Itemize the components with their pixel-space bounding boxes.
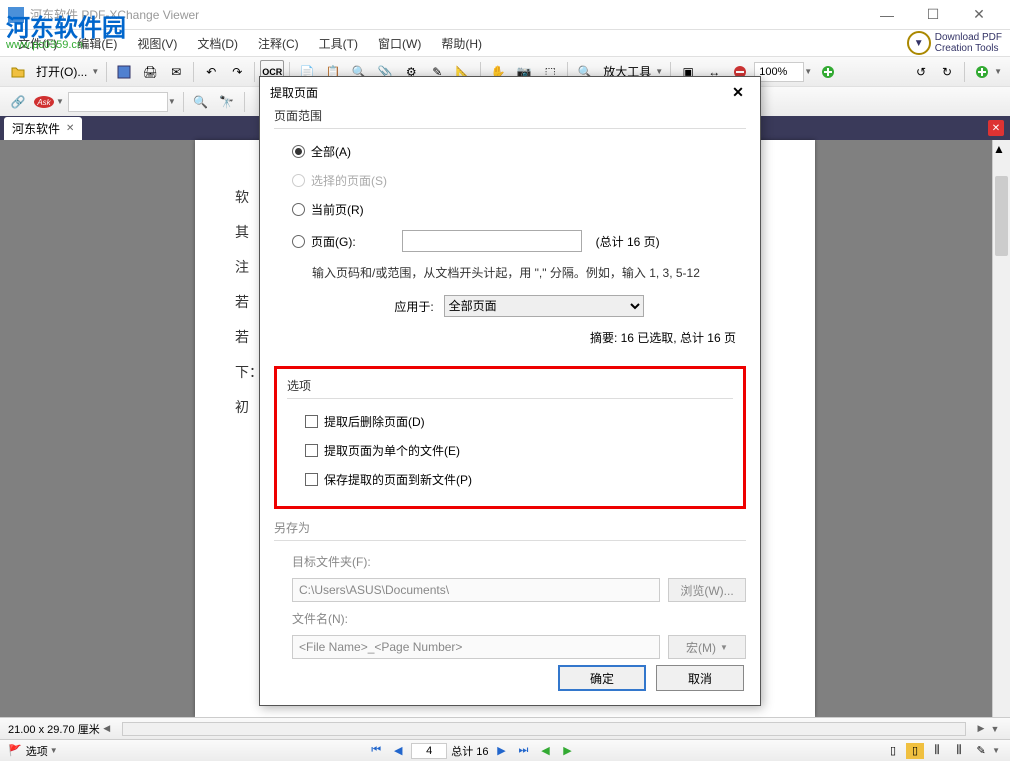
dialog-close-icon[interactable]: ✕	[726, 80, 750, 104]
check-delete-after[interactable]: 提取后删除页面(D)	[305, 407, 733, 436]
saveas-group: 另存为 目标文件夹(F): 浏览(W)... 文件名(N): 宏(M) ▼	[274, 519, 746, 663]
check-save-new[interactable]: 保存提取的页面到新文件(P)	[305, 465, 733, 494]
radio-all[interactable]: 全部(A)	[292, 137, 746, 166]
checkbox-icon[interactable]	[305, 444, 318, 457]
radio-selected: 选择的页面(S)	[292, 166, 746, 195]
radio-all-label: 全部(A)	[311, 143, 351, 160]
radio-pages-icon[interactable]	[292, 235, 305, 248]
folder-input	[292, 578, 660, 602]
checkbox-icon[interactable]	[305, 415, 318, 428]
options-group-label: 选项	[287, 377, 733, 394]
folder-label: 目标文件夹(F):	[292, 549, 746, 574]
pages-total-label: (总计 16 页)	[596, 233, 660, 250]
cancel-button[interactable]: 取消	[656, 665, 744, 691]
checkbox-icon[interactable]	[305, 473, 318, 486]
extract-pages-dialog: 提取页面 ✕ 页面范围 全部(A) 选择的页面(S)	[259, 76, 761, 706]
dialog-overlay: 提取页面 ✕ 页面范围 全部(A) 选择的页面(S)	[0, 0, 1010, 761]
radio-current-icon[interactable]	[292, 203, 305, 216]
pages-hint: 输入页码和/或范围，从文档开头计起，用 "," 分隔。例如，输入 1, 3, 5…	[292, 258, 746, 287]
radio-selected-icon	[292, 174, 305, 187]
radio-pages-label: 页面(G):	[311, 233, 356, 250]
pages-input[interactable]	[402, 230, 582, 252]
apply-label: 应用于:	[394, 298, 433, 315]
page-range-group: 页面范围 全部(A) 选择的页面(S) 当前页(R)	[274, 107, 746, 356]
radio-all-icon[interactable]	[292, 145, 305, 158]
radio-pages[interactable]: 页面(G): (总计 16 页)	[292, 224, 746, 258]
macro-button: 宏(M) ▼	[668, 635, 746, 659]
options-highlight-box: 选项 提取后删除页面(D) 提取页面为单个的文件(E) 保存提取的页面到新文件(…	[274, 366, 746, 509]
browse-button: 浏览(W)...	[668, 578, 746, 602]
dialog-title: 提取页面	[270, 84, 318, 101]
saveas-label: 另存为	[274, 519, 746, 536]
check-delete-label: 提取后删除页面(D)	[324, 413, 425, 430]
apply-select[interactable]: 全部页面	[444, 295, 644, 317]
check-save-label: 保存提取的页面到新文件(P)	[324, 471, 472, 488]
check-single-file[interactable]: 提取页面为单个的文件(E)	[305, 436, 733, 465]
radio-current[interactable]: 当前页(R)	[292, 195, 746, 224]
filename-input	[292, 635, 660, 659]
radio-selected-label: 选择的页面(S)	[311, 172, 387, 189]
radio-current-label: 当前页(R)	[311, 201, 364, 218]
filename-label: 文件名(N):	[292, 606, 746, 631]
range-summary: 摘要: 16 已选取, 总计 16 页	[292, 325, 746, 356]
dialog-title-bar[interactable]: 提取页面 ✕	[260, 77, 760, 107]
page-range-label: 页面范围	[274, 107, 746, 124]
ok-button[interactable]: 确定	[558, 665, 646, 691]
check-single-label: 提取页面为单个的文件(E)	[324, 442, 460, 459]
